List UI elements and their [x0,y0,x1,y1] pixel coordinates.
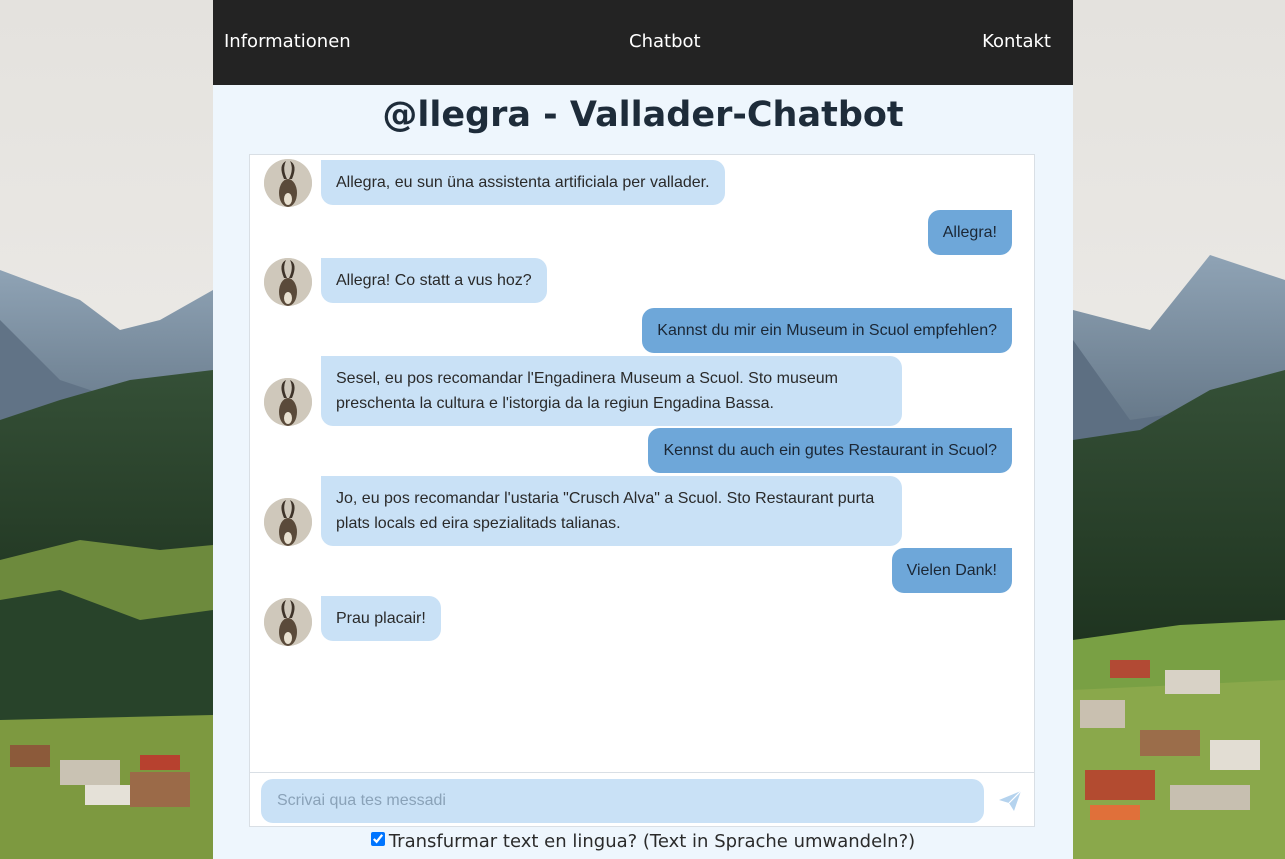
message-row: Kennst du auch ein gutes Restaurant in S… [250,428,1034,473]
bot-message: Allegra! Co statt a vus hoz? [321,258,547,303]
tts-option: Transfurmar text en lingua? (Text in Spr… [213,831,1073,852]
user-message: Allegra! [927,210,1012,255]
ibex-avatar-icon [264,598,312,646]
bot-message: Jo, eu pos recomandar l'ustaria "Crusch … [321,476,902,546]
bot-message: Allegra, eu sun üna assistenta artificia… [321,160,725,205]
ibex-avatar-icon [264,258,312,306]
message-row: Prau placair! [250,596,1034,646]
message-row: Vielen Dank! [250,548,1034,593]
bot-avatar [264,378,312,426]
bot-avatar [264,598,312,646]
bot-avatar [264,258,312,306]
tts-label: Transfurmar text en lingua? (Text in Spr… [388,831,916,852]
user-message: Kennst du auch ein gutes Restaurant in S… [648,428,1012,473]
message-row: Allegra! [250,210,1034,255]
message-row: Jo, eu pos recomandar l'ustaria "Crusch … [250,476,1034,546]
bot-message: Sesel, eu pos recomandar l'Engadinera Mu… [321,356,902,426]
nav-link-informationen[interactable]: Informationen [224,31,351,52]
send-icon[interactable] [998,790,1022,812]
message-composer [250,772,1034,826]
bot-avatar [264,498,312,546]
main-column: Informationen Chatbot Kontakt @llegra - … [213,0,1073,859]
message-row: Kannst du mir ein Museum in Scuol empfeh… [250,308,1034,353]
message-row: Allegra! Co statt a vus hoz? [250,258,1034,306]
user-message: Vielen Dank! [891,548,1012,593]
page-title: @llegra - Vallader-Chatbot [382,95,904,135]
message-list[interactable]: Allegra, eu sun üna assistenta artificia… [250,155,1034,772]
ibex-avatar-icon [264,498,312,546]
message-input[interactable] [261,779,984,823]
chat-window: Allegra, eu sun üna assistenta artificia… [249,154,1035,827]
message-row: Sesel, eu pos recomandar l'Engadinera Mu… [250,356,1034,426]
ibex-avatar-icon [264,159,312,207]
nav-link-chatbot[interactable]: Chatbot [629,31,701,52]
top-navbar: Informationen Chatbot Kontakt [213,0,1073,85]
nav-link-kontakt[interactable]: Kontakt [982,31,1051,52]
bot-message: Prau placair! [321,596,441,641]
tts-checkbox[interactable] [370,832,385,846]
user-message: Kannst du mir ein Museum in Scuol empfeh… [642,308,1012,353]
ibex-avatar-icon [264,378,312,426]
message-row: Allegra, eu sun üna assistenta artificia… [250,159,1034,207]
bot-avatar [264,159,312,207]
